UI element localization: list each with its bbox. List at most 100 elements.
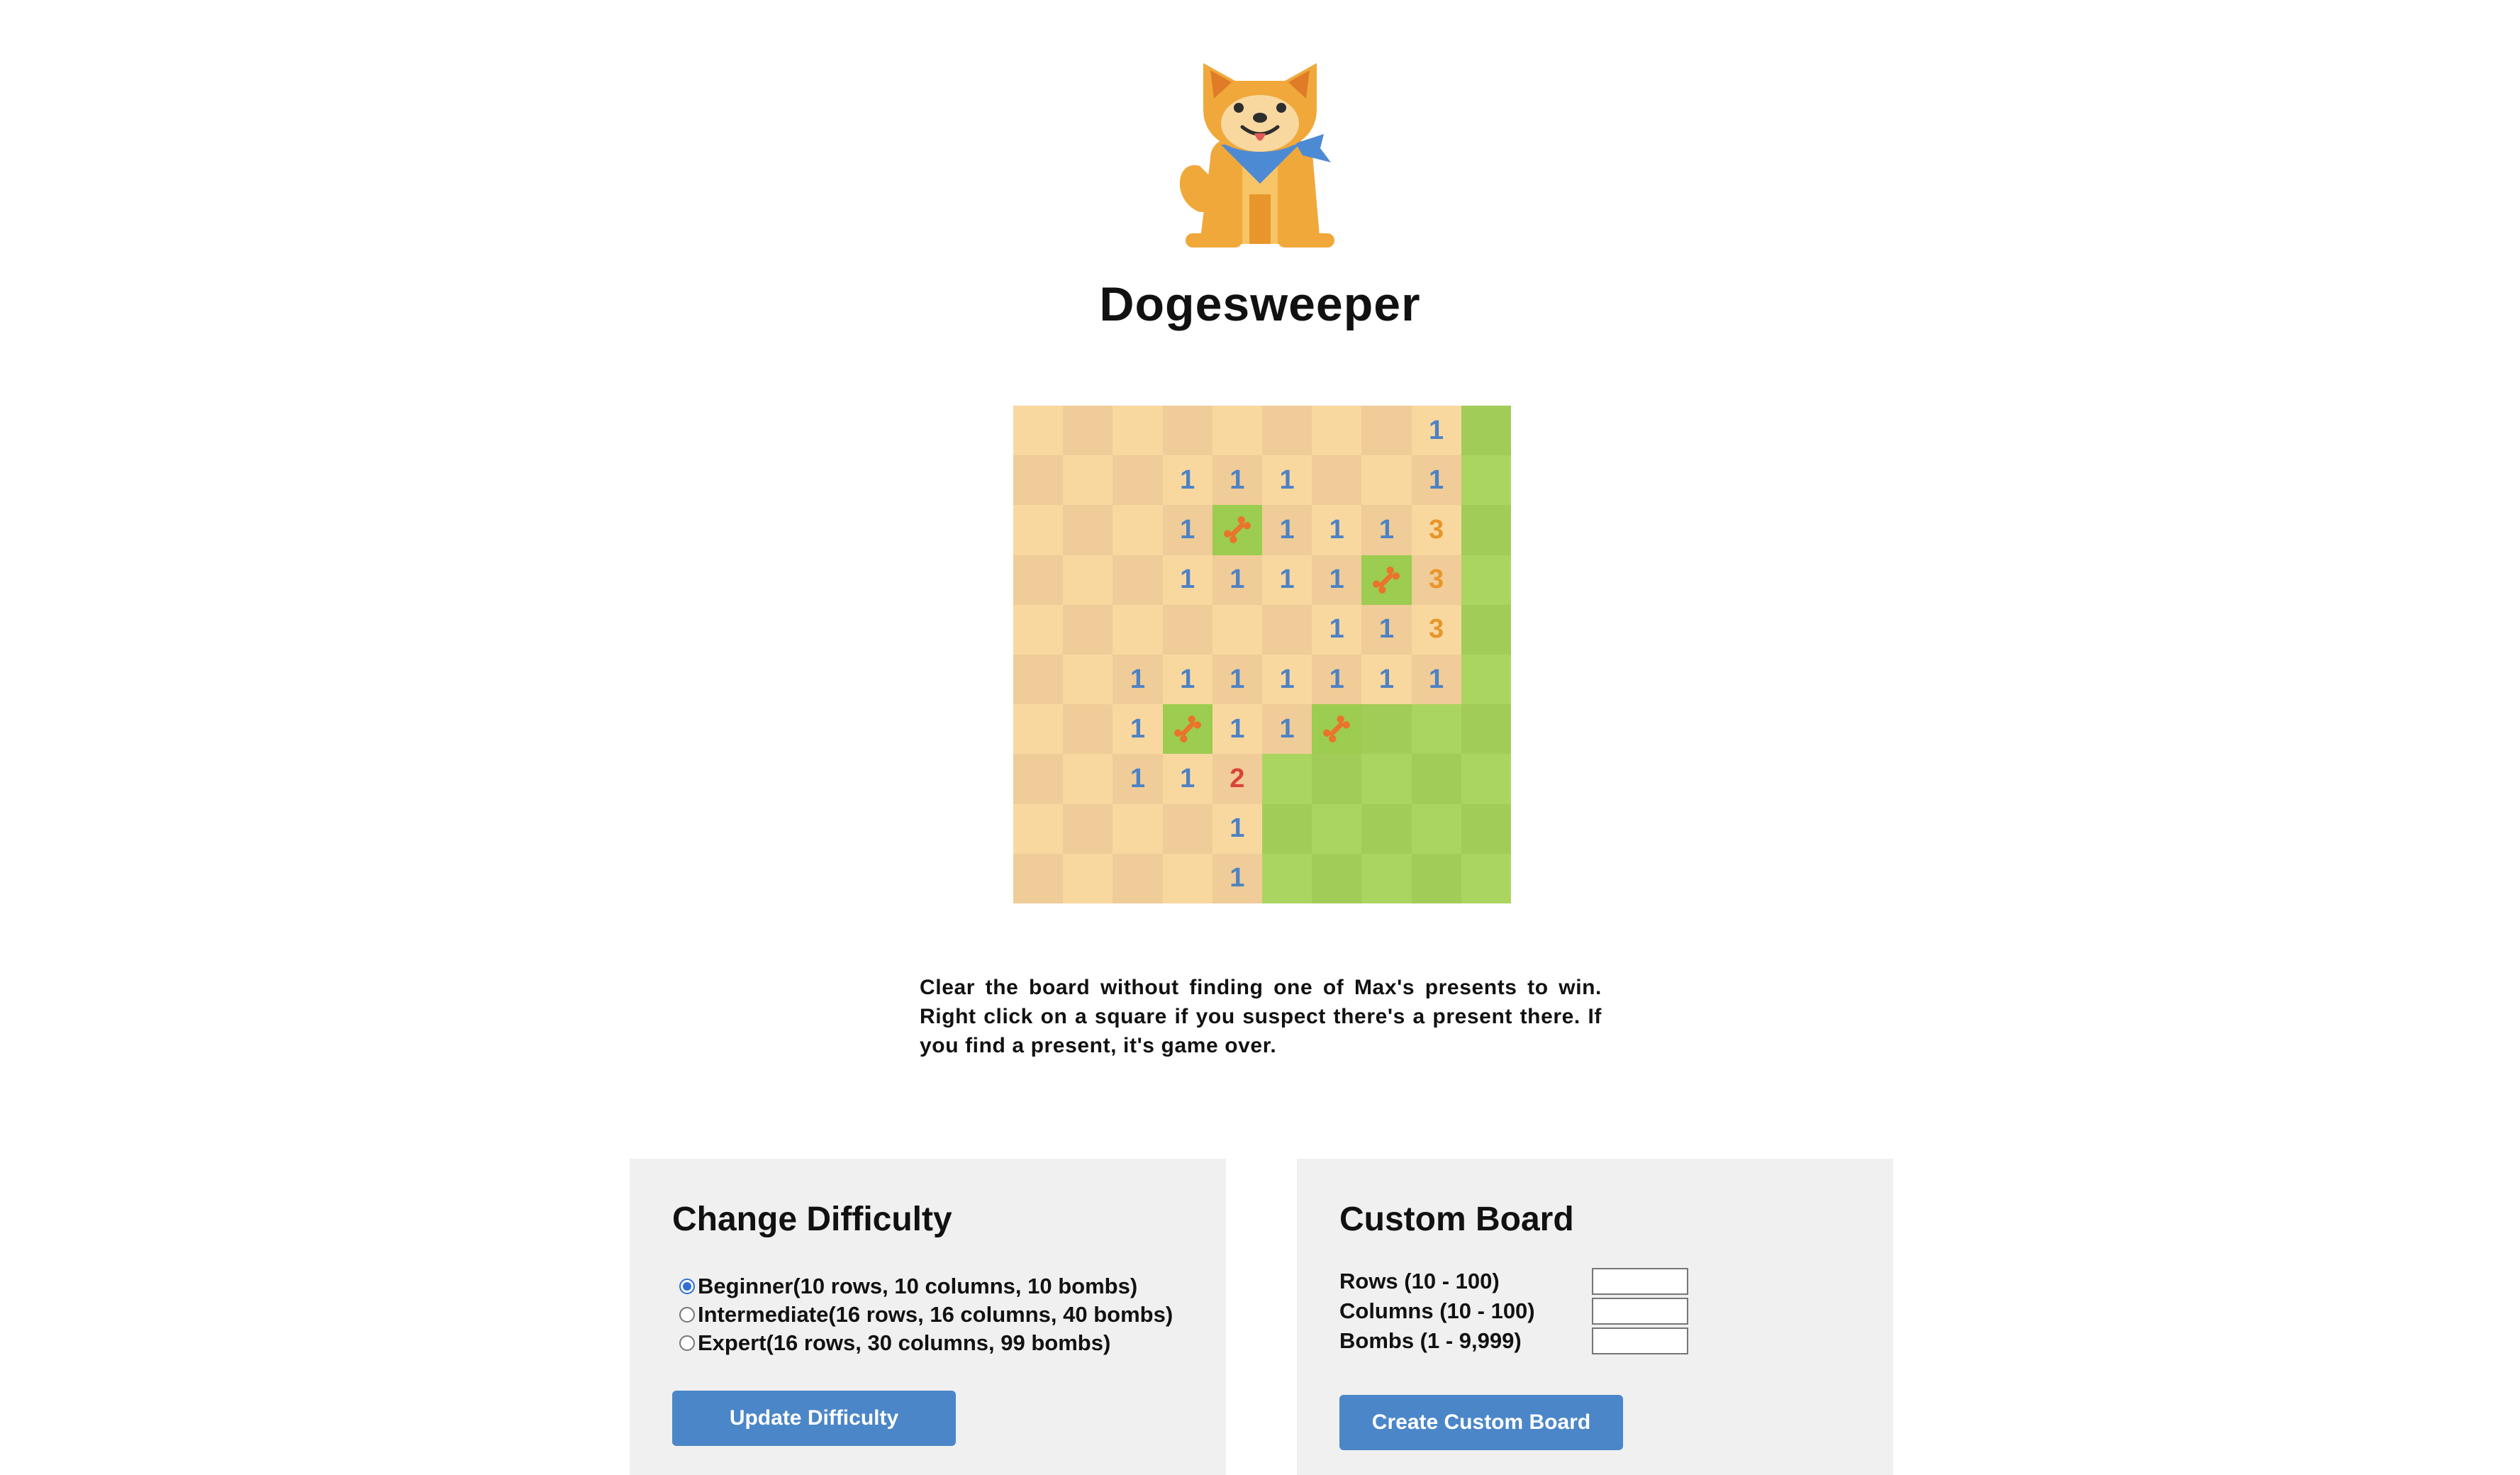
board-cell[interactable]: 1 [1411,455,1461,506]
board-cell[interactable] [1461,803,1511,854]
board-cell[interactable] [1013,803,1064,854]
board-cell[interactable] [1361,704,1412,755]
board-cell[interactable] [1461,704,1511,755]
board-cell[interactable] [1063,654,1113,705]
board-cell[interactable]: 3 [1411,505,1461,555]
board-cell[interactable] [1013,555,1064,605]
board-cell[interactable]: 1 [1162,455,1212,506]
board-cell[interactable] [1261,406,1312,456]
board-cell[interactable] [1162,704,1212,755]
board-cell[interactable] [1013,754,1064,804]
rows-input[interactable] [1592,1268,1688,1295]
update-difficulty-button[interactable]: Update Difficulty [672,1391,956,1446]
board-cell[interactable]: 1 [1261,555,1312,605]
board-cell[interactable]: 1 [1212,555,1262,605]
board-cell[interactable] [1461,406,1511,456]
board-cell[interactable] [1461,555,1511,605]
board-cell[interactable]: 1 [1162,505,1212,555]
board-cell[interactable]: 1 [1411,406,1461,456]
board-cell[interactable] [1312,853,1362,903]
board-cell[interactable] [1063,803,1113,854]
board-cell[interactable] [1411,853,1461,903]
board-cell[interactable] [1162,803,1212,854]
columns-input[interactable] [1592,1298,1688,1325]
board-cell[interactable] [1261,803,1312,854]
board-cell[interactable]: 1 [1261,505,1312,555]
board-cell[interactable] [1013,654,1064,705]
board-cell[interactable]: 1 [1212,853,1262,903]
board-cell[interactable]: 1 [1261,704,1312,755]
board-cell[interactable] [1461,455,1511,506]
board-cell[interactable] [1063,604,1113,655]
board-cell[interactable]: 2 [1212,754,1262,804]
board-cell[interactable] [1113,853,1163,903]
board-cell[interactable]: 1 [1162,654,1212,705]
board-cell[interactable]: 1 [1162,555,1212,605]
create-custom-board-button[interactable]: Create Custom Board [1339,1395,1623,1450]
radio-expert[interactable] [679,1335,695,1351]
board-cell[interactable] [1013,604,1064,655]
board-cell[interactable] [1411,803,1461,854]
board-cell[interactable] [1411,704,1461,755]
board-cell[interactable] [1212,505,1262,555]
board-cell[interactable] [1212,604,1262,655]
board-cell[interactable]: 1 [1312,505,1362,555]
board-cell[interactable] [1312,406,1362,456]
board-cell[interactable]: 1 [1113,754,1163,804]
board-cell[interactable] [1063,754,1113,804]
board-cell[interactable] [1312,754,1362,804]
board-cell[interactable]: 1 [1312,604,1362,655]
board-cell[interactable] [1013,505,1064,555]
board-cell[interactable]: 1 [1212,455,1262,506]
board-cell[interactable]: 1 [1212,803,1262,854]
board-cell[interactable] [1261,754,1312,804]
difficulty-option-beginner[interactable]: Beginner(10 rows, 10 columns, 10 bombs) [679,1272,1173,1301]
board-cell[interactable] [1063,406,1113,456]
board-cell[interactable] [1261,604,1312,655]
board-cell[interactable] [1312,455,1362,506]
board-cell[interactable]: 1 [1212,704,1262,755]
board-cell[interactable] [1013,455,1064,506]
board-cell[interactable] [1261,853,1312,903]
board-cell[interactable]: 1 [1261,455,1312,506]
board-cell[interactable]: 1 [1312,555,1362,605]
board-cell[interactable] [1361,555,1412,605]
board-cell[interactable] [1461,654,1511,705]
board-cell[interactable]: 1 [1162,754,1212,804]
board-cell[interactable] [1361,803,1412,854]
board-cell[interactable] [1063,853,1113,903]
board-cell[interactable] [1361,754,1412,804]
board-cell[interactable] [1063,704,1113,755]
board-cell[interactable]: 1 [1411,654,1461,705]
board-cell[interactable] [1162,604,1212,655]
board-cell[interactable] [1162,406,1212,456]
board-cell[interactable]: 1 [1113,704,1163,755]
board-cell[interactable] [1162,853,1212,903]
board-cell[interactable] [1013,853,1064,903]
board-cell[interactable] [1063,555,1113,605]
board-cell[interactable]: 1 [1312,654,1362,705]
board-cell[interactable]: 3 [1411,555,1461,605]
board-cell[interactable] [1411,754,1461,804]
board-cell[interactable] [1361,455,1412,506]
board-cell[interactable] [1361,853,1412,903]
board-cell[interactable] [1113,455,1163,506]
board-cell[interactable] [1063,455,1113,506]
board-cell[interactable] [1312,704,1362,755]
board-cell[interactable] [1461,853,1511,903]
board-cell[interactable] [1212,406,1262,456]
bombs-input[interactable] [1592,1328,1688,1354]
board-cell[interactable]: 1 [1212,654,1262,705]
board-cell[interactable] [1013,406,1064,456]
board-cell[interactable] [1361,406,1412,456]
board-cell[interactable] [1461,604,1511,655]
board-cell[interactable] [1113,604,1163,655]
board-cell[interactable]: 3 [1411,604,1461,655]
board-cell[interactable]: 1 [1361,654,1412,705]
board-cell[interactable] [1312,803,1362,854]
board-cell[interactable]: 1 [1261,654,1312,705]
radio-beginner[interactable] [679,1279,695,1294]
board-cell[interactable] [1063,505,1113,555]
board-cell[interactable] [1113,555,1163,605]
board-cell[interactable]: 1 [1361,505,1412,555]
